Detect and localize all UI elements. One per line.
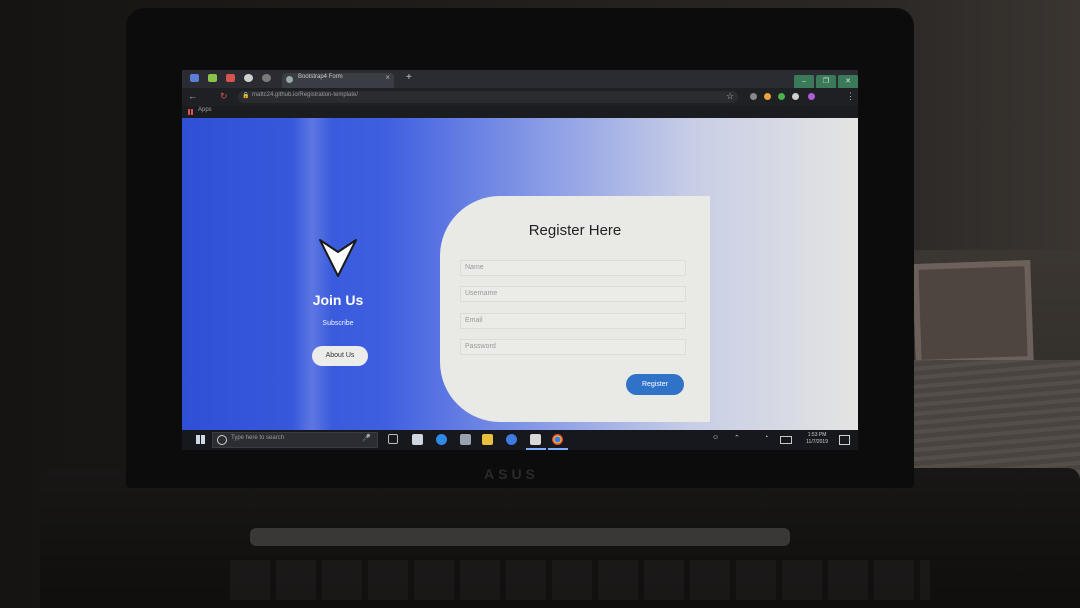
cortana-icon — [217, 435, 227, 445]
edge-icon[interactable] — [436, 434, 447, 445]
name-field[interactable]: Name — [460, 260, 686, 276]
laptop-brand-logo: ASUS — [484, 466, 539, 482]
extension-icon[interactable] — [764, 93, 771, 100]
lock-icon: 🔒 — [242, 93, 250, 99]
search-placeholder: Type here to search — [231, 435, 285, 441]
taskbar-search[interactable]: Type here to search 🎤 — [212, 432, 378, 448]
people-icon[interactable]: ☺ — [712, 434, 719, 441]
tab-title: Bootstrap4 Form — [298, 74, 343, 80]
firefox-icon[interactable] — [506, 434, 517, 445]
pinned-tab-icon[interactable] — [262, 74, 271, 82]
extension-icon[interactable] — [778, 93, 785, 100]
join-title: Join Us — [312, 292, 364, 308]
new-tab-button[interactable]: + — [406, 72, 412, 83]
subscribe-text: Subscribe — [322, 320, 354, 327]
tab-active[interactable]: Bootstrap4 Form × — [282, 73, 394, 88]
laptop-hinge — [250, 528, 790, 546]
clock-time: 1:53 PM — [807, 432, 827, 438]
battery-icon[interactable] — [780, 436, 792, 444]
pinned-tab-icon[interactable] — [190, 74, 199, 82]
windows-taskbar: Type here to search 🎤 ☺ ⌃ ◔ 1:53 PM 11/7… — [182, 430, 858, 450]
paper-stack — [890, 360, 1080, 480]
form-title: Register Here — [528, 222, 622, 239]
registration-page: Join Us Subscribe About Us Register Here… — [182, 118, 858, 430]
chevron-up-icon[interactable]: ⌃ — [734, 434, 740, 442]
menu-icon[interactable]: ⋮ — [846, 91, 855, 102]
register-button[interactable]: Register — [626, 374, 684, 395]
arrow-logo-icon — [319, 239, 357, 277]
keyboard-keys — [230, 560, 930, 600]
pinned-tab-icon[interactable] — [208, 74, 217, 82]
back-icon[interactable]: ← — [188, 91, 197, 101]
laptop-screen: Bootstrap4 Form × + – ❐ ✕ ← ↻ 🔒 mattc24.… — [182, 70, 858, 450]
bookmark-apps[interactable]: Apps — [198, 107, 212, 113]
extension-icon[interactable] — [808, 93, 815, 100]
extension-icon[interactable] — [792, 93, 799, 100]
minimize-button[interactable]: – — [794, 75, 814, 89]
about-us-button[interactable]: About Us — [312, 346, 368, 366]
clock-date: 11/7/2019 — [806, 439, 828, 445]
pinned-tab-icon[interactable] — [226, 74, 235, 82]
url-text: mattc24.github.io/Registration-template/ — [252, 92, 359, 98]
mail-icon[interactable] — [460, 434, 471, 445]
taskbar-clock[interactable]: 1:53 PM 11/7/2019 — [806, 432, 828, 446]
reload-icon[interactable]: ↻ — [220, 91, 228, 102]
address-bar[interactable]: 🔒 mattc24.github.io/Registration-templat… — [238, 91, 738, 103]
extension-icon[interactable] — [750, 93, 757, 100]
apps-grid-icon — [188, 109, 194, 115]
store-icon[interactable] — [412, 434, 423, 445]
network-icon[interactable]: ◔ — [764, 434, 768, 441]
username-field[interactable]: Username — [460, 286, 686, 302]
close-tab-icon[interactable]: × — [385, 73, 390, 82]
email-field[interactable]: Email — [460, 313, 686, 329]
star-icon[interactable]: ☆ — [726, 91, 734, 102]
close-window-button[interactable]: ✕ — [838, 75, 858, 89]
maximize-button[interactable]: ❐ — [816, 75, 836, 89]
notifications-icon[interactable] — [839, 435, 850, 445]
start-windows-icon[interactable] — [196, 435, 205, 444]
active-app-indicator — [548, 448, 568, 450]
active-app-indicator — [526, 448, 546, 450]
chrome-icon[interactable] — [552, 434, 563, 445]
bookmarks-bar: Apps — [182, 106, 858, 118]
microphone-icon[interactable]: 🎤 — [362, 434, 371, 442]
globe-icon — [286, 76, 293, 83]
register-card: Register Here Name Username Email Passwo… — [440, 196, 710, 422]
pinned-tab-icon[interactable] — [244, 74, 253, 82]
password-field[interactable]: Password — [460, 339, 686, 355]
browser-tab-bar: Bootstrap4 Form × + – ❐ ✕ — [182, 70, 858, 89]
browser-toolbar: ← ↻ 🔒 mattc24.github.io/Registration-tem… — [182, 88, 858, 106]
file-explorer-icon[interactable] — [482, 434, 493, 445]
task-view-icon[interactable] — [388, 434, 398, 444]
photo-frame — [912, 259, 1034, 367]
app-icon[interactable] — [530, 434, 541, 445]
